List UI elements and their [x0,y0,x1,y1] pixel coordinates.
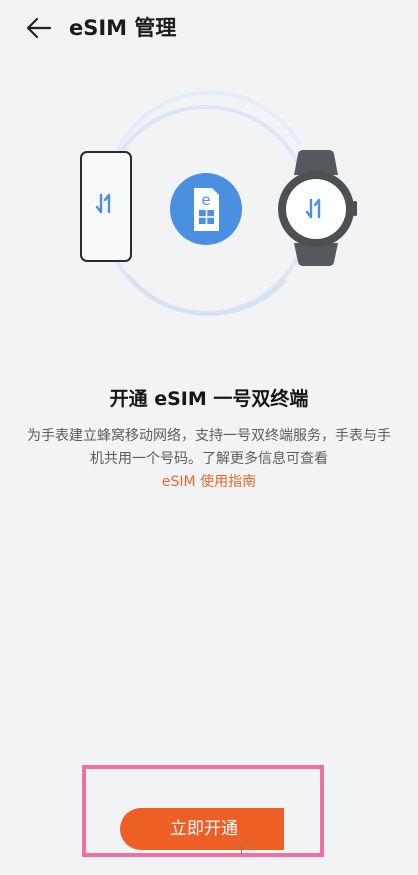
page-title: eSIM 管理 [69,16,177,40]
activate-now-button[interactable]: 立即开通 [120,808,284,850]
phone-icon [80,151,132,262]
esim-card-icon: e [170,173,242,245]
back-button[interactable] [24,14,54,42]
esim-letter: e [201,191,210,209]
device-connection-illustration: e [0,70,418,340]
activate-button-label: 立即开通 [170,819,238,839]
esim-guide-link[interactable]: eSIM 使用指南 [162,474,256,490]
arrow-left-icon [26,17,52,39]
feature-title: 开通 eSIM 一号双终端 [109,388,309,410]
description-text: 为手表建立蜂窝移动网络，支持一号双终端服务，手表与手机共用一个号码。了解更多信息… [27,428,391,467]
text-cursor [241,844,242,854]
feature-description: 为手表建立蜂窝移动网络，支持一号双终端服务，手表与手机共用一个号码。了解更多信息… [22,425,396,494]
top-bar: eSIM 管理 [0,0,418,56]
smartwatch-icon [278,150,357,266]
